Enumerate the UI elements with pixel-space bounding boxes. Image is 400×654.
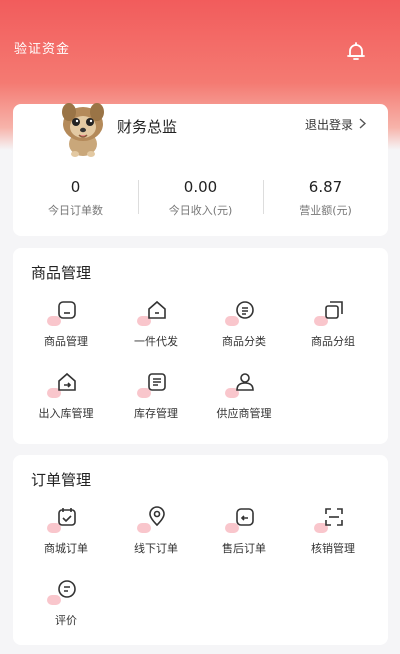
stat-label: 今日订单数: [48, 204, 103, 217]
chevron-right-icon: [359, 117, 367, 132]
verify-icon: [314, 503, 348, 533]
review-icon: [47, 575, 81, 605]
section-title: 商品管理: [31, 264, 92, 282]
logout-label: 退出登录: [304, 118, 353, 132]
dropship-icon: [137, 296, 171, 326]
stat-label: 今日收入(元): [168, 204, 233, 217]
menu-label: 库存管理: [134, 407, 178, 420]
avatar: [49, 94, 117, 162]
menu-label: 商品分类: [222, 335, 266, 348]
supplier-icon: [225, 368, 259, 398]
menu-label: 商品分组: [311, 335, 355, 348]
menu-label: 评价: [55, 614, 77, 627]
stat-value: 0.00: [183, 178, 218, 196]
mall-order-icon: [47, 503, 81, 533]
app-title: 验证资金: [14, 42, 71, 57]
section-title: 订单管理: [31, 471, 92, 489]
menu-label: 售后订单: [222, 542, 266, 555]
menu-product-management[interactable]: 商品管理: [21, 296, 111, 356]
menu-stock-in-out[interactable]: 出入库管理: [21, 368, 111, 428]
menu-label: 供应商管理: [216, 407, 272, 420]
menu-label: 线下订单: [134, 542, 178, 555]
category-icon: [225, 296, 259, 326]
menu-offline-order[interactable]: 线下订单: [111, 503, 201, 563]
logout-button[interactable]: 退出登录: [304, 116, 367, 133]
stat-turnover: 6.87 营业额(元): [263, 176, 388, 226]
order-management-card: 订单管理 商城订单 线下订单 售后订单 核销管理 评价: [13, 455, 388, 645]
menu-label: 商城订单: [44, 542, 88, 555]
menu-inventory[interactable]: 库存管理: [111, 368, 201, 428]
profile-card: 财务总监 退出登录 0 今日订单数 0.00 今日收入(元) 6.87 营业额(…: [13, 103, 388, 236]
menu-label: 出入库管理: [38, 407, 94, 420]
user-name: 财务总监: [117, 118, 178, 136]
stat-value: 0: [70, 178, 81, 196]
menu-category[interactable]: 商品分类: [199, 296, 289, 356]
menu-verification[interactable]: 核销管理: [288, 503, 378, 563]
stats-row: 0 今日订单数 0.00 今日收入(元) 6.87 营业额(元): [13, 176, 388, 226]
menu-label: 核销管理: [311, 542, 355, 555]
menu-mall-order[interactable]: 商城订单: [21, 503, 111, 563]
stat-label: 营业额(元): [299, 204, 352, 217]
menu-label: 一件代发: [134, 335, 178, 348]
menu-label: 商品管理: [44, 335, 88, 348]
group-icon: [314, 296, 348, 326]
menu-supplier[interactable]: 供应商管理: [199, 368, 289, 428]
bell-icon[interactable]: [344, 40, 368, 64]
product-icon: [47, 296, 81, 326]
stat-today-income: 0.00 今日收入(元): [138, 176, 263, 226]
stat-today-orders: 0 今日订单数: [13, 176, 138, 226]
offline-order-icon: [137, 503, 171, 533]
menu-group[interactable]: 商品分组: [288, 296, 378, 356]
inventory-icon: [137, 368, 171, 398]
after-sale-icon: [225, 503, 259, 533]
menu-after-sale-order[interactable]: 售后订单: [199, 503, 289, 563]
stock-io-icon: [47, 368, 81, 398]
menu-review[interactable]: 评价: [21, 575, 111, 635]
menu-dropship[interactable]: 一件代发: [111, 296, 201, 356]
goods-management-card: 商品管理 商品管理 一件代发 商品分类 商品分组 出入库管理 库存管理 供应商管…: [13, 248, 388, 444]
stat-value: 6.87: [308, 178, 343, 196]
